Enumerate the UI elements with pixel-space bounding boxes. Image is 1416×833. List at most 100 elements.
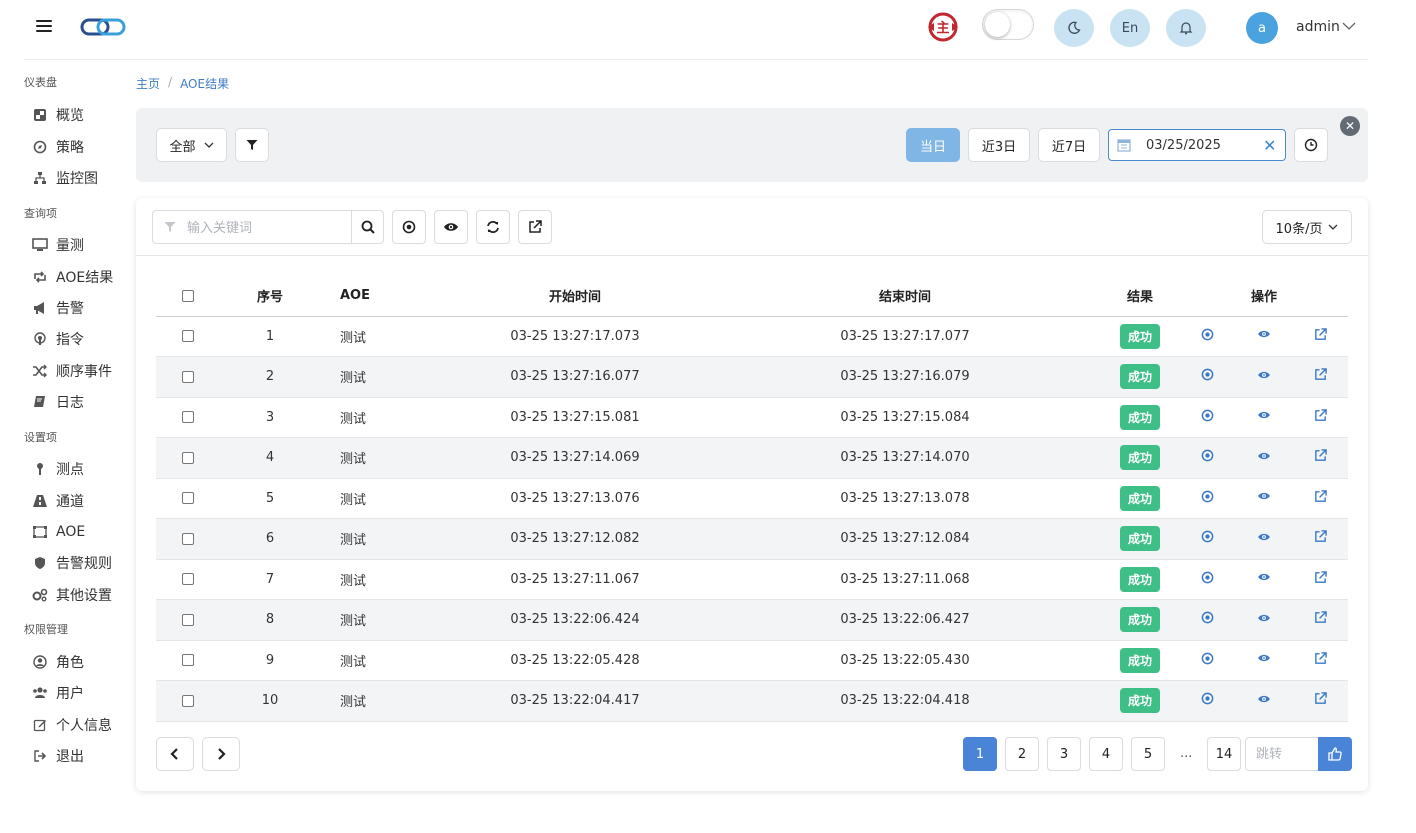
select-all-checkbox[interactable] (182, 289, 194, 302)
target-action-icon[interactable] (1201, 571, 1214, 584)
view-action-icon[interactable] (1257, 410, 1271, 420)
page-button[interactable]: 2 (1005, 737, 1039, 771)
prev-page-button[interactable] (156, 737, 194, 771)
next-page-button[interactable] (202, 737, 240, 771)
theme-toggle-switch[interactable] (982, 9, 1034, 40)
target-action-icon[interactable] (1201, 409, 1214, 422)
avatar[interactable]: a (1246, 12, 1278, 44)
column-header-aoe[interactable]: AOE (320, 276, 440, 317)
row-checkbox[interactable] (182, 573, 194, 586)
page-button[interactable]: 3 (1047, 737, 1081, 771)
notifications-button[interactable] (1166, 9, 1206, 47)
row-checkbox[interactable] (182, 330, 194, 343)
target-action-icon[interactable] (1201, 692, 1214, 705)
page-size-select[interactable]: 10条/页 (1262, 210, 1352, 244)
open-action-icon[interactable] (1314, 530, 1327, 543)
open-action-icon[interactable] (1314, 611, 1327, 624)
search-input[interactable] (187, 218, 347, 238)
sidebar-item-monitor-chart[interactable]: 监控图 (32, 167, 98, 189)
target-action-icon[interactable] (1201, 611, 1214, 624)
row-checkbox[interactable] (182, 370, 194, 383)
view-action-icon[interactable] (1257, 532, 1271, 542)
table-row[interactable]: 7 测试 03-25 13:27:11.067 03-25 13:27:11.068 成… (156, 559, 1348, 600)
column-header-index[interactable]: 序号 (220, 276, 320, 317)
view-action-icon[interactable] (1257, 572, 1271, 582)
scope-select[interactable]: 全部 (156, 128, 227, 162)
sidebar-item-alarm-rules[interactable]: 告警规则 (32, 552, 112, 574)
sidebar-item-channel[interactable]: 通道 (32, 490, 84, 512)
open-action-icon[interactable] (1314, 327, 1327, 341)
page-jump-button[interactable] (1318, 737, 1352, 771)
column-header-start-time[interactable]: 开始时间 (440, 276, 710, 317)
target-action-icon[interactable] (1201, 652, 1214, 665)
view-action-icon[interactable] (1257, 329, 1271, 339)
row-checkbox[interactable] (182, 654, 194, 667)
table-row[interactable]: 10 测试 03-25 13:22:04.417 03-25 13:22:04.418… (156, 680, 1348, 722)
filter-button[interactable] (235, 128, 269, 162)
breadcrumb-home[interactable]: 主页 (136, 75, 160, 92)
sidebar-item-overview[interactable]: 概览 (32, 104, 84, 126)
chevron-down-icon[interactable] (1342, 21, 1356, 31)
target-action-icon[interactable] (1201, 490, 1214, 503)
sidebar-item-alarm[interactable]: 告警 (32, 297, 84, 319)
view-action-icon[interactable] (1257, 653, 1271, 663)
open-action-icon[interactable] (1314, 368, 1327, 381)
range-7days-button[interactable]: 近7日 (1038, 128, 1100, 162)
last-page-button[interactable]: 14 (1207, 737, 1241, 771)
table-row[interactable]: 5 测试 03-25 13:27:13.076 03-25 13:27:13.078 成… (156, 478, 1348, 519)
sidebar-item-measure[interactable]: 量测 (32, 234, 84, 256)
table-row[interactable]: 6 测试 03-25 13:27:12.082 03-25 13:27:12.084 成… (156, 518, 1348, 560)
column-header-end-time[interactable]: 结束时间 (710, 276, 1100, 317)
search-button[interactable] (351, 211, 384, 243)
target-button[interactable] (392, 210, 426, 244)
range-3days-button[interactable]: 近3日 (968, 128, 1030, 162)
table-row[interactable]: 3 测试 03-25 13:27:15.081 03-25 13:27:15.084 成… (156, 397, 1348, 438)
row-checkbox[interactable] (182, 694, 194, 707)
export-button[interactable] (518, 210, 552, 244)
view-action-icon[interactable] (1257, 694, 1271, 704)
refresh-button[interactable] (476, 210, 510, 244)
view-action-icon[interactable] (1257, 491, 1271, 501)
row-checkbox[interactable] (182, 492, 194, 505)
page-button[interactable]: 5 (1131, 737, 1165, 771)
hamburger-menu-icon[interactable] (36, 17, 52, 33)
open-action-icon[interactable] (1314, 692, 1327, 705)
row-checkbox[interactable] (182, 532, 194, 545)
table-row[interactable]: 1 测试 03-25 13:27:17.073 03-25 13:27:17.077 成… (156, 316, 1348, 357)
range-today-button[interactable]: 当日 (906, 128, 960, 162)
view-action-icon[interactable] (1257, 613, 1271, 623)
sidebar-item-strategy[interactable]: 策略 (32, 136, 84, 158)
table-row[interactable]: 9 测试 03-25 13:22:05.428 03-25 13:22:05.430 成… (156, 640, 1348, 681)
page-jump-input[interactable] (1246, 738, 1319, 770)
open-action-icon[interactable] (1314, 570, 1327, 584)
sidebar-item-command[interactable]: 指令 (32, 328, 84, 350)
page-button[interactable]: 4 (1089, 737, 1123, 771)
language-button[interactable]: En (1110, 9, 1150, 47)
table-row[interactable]: 4 测试 03-25 13:27:14.069 03-25 13:27:14.070 成… (156, 437, 1348, 479)
user-name[interactable]: admin (1296, 19, 1340, 35)
clear-date-icon[interactable]: ✕ (1263, 136, 1276, 155)
open-action-icon[interactable] (1314, 408, 1327, 422)
table-row[interactable]: 2 测试 03-25 13:27:16.077 03-25 13:27:16.079 成… (156, 356, 1348, 398)
sidebar-item-other-settings[interactable]: 其他设置 (32, 584, 112, 606)
target-action-icon[interactable] (1201, 328, 1214, 341)
target-action-icon[interactable] (1201, 368, 1214, 381)
target-action-icon[interactable] (1201, 449, 1214, 462)
time-picker-button[interactable] (1294, 128, 1328, 162)
sidebar-item-profile[interactable]: 个人信息 (32, 714, 112, 736)
view-action-icon[interactable] (1257, 370, 1271, 380)
open-action-icon[interactable] (1314, 489, 1327, 503)
column-header-result[interactable]: 结果 (1100, 276, 1180, 317)
open-action-icon[interactable] (1314, 651, 1327, 665)
dark-mode-button[interactable] (1054, 9, 1094, 47)
target-action-icon[interactable] (1201, 530, 1214, 543)
table-row[interactable]: 8 测试 03-25 13:22:06.424 03-25 13:22:06.427 成… (156, 599, 1348, 641)
sidebar-item-sequence-events[interactable]: 顺序事件 (32, 360, 112, 382)
sidebar-item-aoe[interactable]: AOE (32, 521, 85, 543)
sidebar-item-logout[interactable]: 退出 (32, 745, 84, 767)
row-checkbox[interactable] (182, 613, 194, 626)
view-action-icon[interactable] (1257, 451, 1271, 461)
date-picker-field[interactable]: 03/25/2025 ✕ (1108, 129, 1286, 161)
close-filter-icon[interactable]: ✕ (1340, 116, 1360, 136)
sidebar-item-log[interactable]: 日志 (32, 391, 84, 413)
